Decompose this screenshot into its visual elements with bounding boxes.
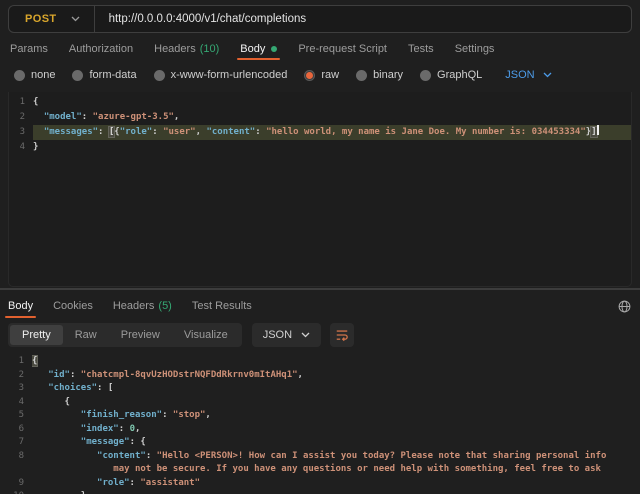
radio-selected-icon: [304, 70, 315, 81]
response-tab-cookies[interactable]: Cookies: [53, 294, 93, 318]
request-tabs: Params Authorization Headers(10) Body Pr…: [0, 38, 640, 60]
wrap-text-icon: [335, 328, 349, 342]
code-line[interactable]: 6 "index": 0,: [8, 423, 640, 437]
view-visualize[interactable]: Visualize: [172, 325, 240, 345]
code-line[interactable]: may not be secure. If you have any quest…: [8, 463, 640, 477]
radio-none[interactable]: none: [14, 69, 55, 81]
response-headers-count: (5): [158, 300, 171, 312]
tab-tests[interactable]: Tests: [408, 38, 434, 60]
line-number: 4: [9, 140, 33, 155]
code-line[interactable]: 9 "role": "assistant": [8, 477, 640, 491]
body-type-bar: none form-data x-www-form-urlencoded raw…: [0, 63, 640, 87]
code-line[interactable]: 10 }: [8, 490, 640, 494]
radio-raw[interactable]: raw: [304, 69, 339, 81]
response-toolbar: Pretty Raw Preview Visualize JSON: [8, 322, 354, 348]
radio-form-data[interactable]: form-data: [72, 69, 136, 81]
code-line[interactable]: 8 "content": "Hello <PERSON>! How can I …: [8, 450, 640, 464]
view-raw[interactable]: Raw: [63, 325, 109, 345]
response-tab-test-results[interactable]: Test Results: [192, 294, 252, 318]
code-line[interactable]: 7 "message": {: [8, 436, 640, 450]
response-tab-headers[interactable]: Headers(5): [113, 294, 172, 318]
tab-params[interactable]: Params: [10, 38, 48, 60]
line-number: 5: [8, 409, 32, 423]
line-number: 4: [8, 396, 32, 410]
line-number: 10: [8, 490, 32, 494]
response-body-viewer[interactable]: 1{2 "id": "chatcmpl-8qvUzHODstrNQFDdRkrn…: [8, 351, 640, 494]
globe-icon[interactable]: [618, 294, 631, 318]
radio-icon: [72, 70, 83, 81]
chevron-down-icon: [543, 72, 552, 78]
line-number: [8, 463, 32, 477]
line-number: 6: [8, 423, 32, 437]
code-line[interactable]: 5 "finish_reason": "stop",: [8, 409, 640, 423]
tab-body[interactable]: Body: [240, 38, 277, 60]
line-number: 7: [8, 436, 32, 450]
radio-icon: [356, 70, 367, 81]
line-number: 1: [9, 95, 33, 110]
code-line[interactable]: 4}: [9, 140, 631, 155]
radio-x-www-form-urlencoded[interactable]: x-www-form-urlencoded: [154, 69, 288, 81]
tab-pre-request-script[interactable]: Pre-request Script: [298, 38, 387, 60]
request-language-selector[interactable]: JSON: [505, 69, 551, 81]
response-tab-body[interactable]: Body: [8, 294, 33, 318]
text-cursor: [597, 125, 599, 135]
line-number: 3: [9, 125, 33, 140]
line-number: 2: [9, 110, 33, 125]
request-url-bar: POST http://0.0.0.0:4000/v1/chat/complet…: [8, 5, 632, 33]
tab-headers[interactable]: Headers(10): [154, 38, 219, 60]
code-line[interactable]: 1{: [9, 95, 631, 110]
line-number: 8: [8, 450, 32, 464]
code-line[interactable]: 3 "messages": [{"role": "user", "content…: [9, 125, 631, 140]
radio-binary[interactable]: binary: [356, 69, 403, 81]
response-language-selector[interactable]: JSON: [252, 323, 321, 347]
request-body-editor[interactable]: 1{2 "model": "azure-gpt-3.5",3 "messages…: [8, 92, 632, 287]
method-selector[interactable]: POST: [9, 13, 71, 25]
view-pretty[interactable]: Pretty: [10, 325, 63, 345]
divider: [94, 6, 95, 32]
app-window: POST http://0.0.0.0:4000/v1/chat/complet…: [0, 0, 640, 494]
pane-splitter[interactable]: [0, 288, 640, 290]
code-line[interactable]: 3 "choices": [: [8, 382, 640, 396]
radio-graphql[interactable]: GraphQL: [420, 69, 482, 81]
code-line[interactable]: 4 {: [8, 396, 640, 410]
radio-icon: [154, 70, 165, 81]
code-line[interactable]: 1{: [8, 355, 640, 369]
tab-settings[interactable]: Settings: [455, 38, 495, 60]
chevron-down-icon: [301, 332, 310, 338]
radio-icon: [14, 70, 25, 81]
tab-authorization[interactable]: Authorization: [69, 38, 133, 60]
chevron-down-icon: [71, 16, 80, 22]
wrap-text-button[interactable]: [330, 323, 354, 347]
line-number: 1: [8, 355, 32, 369]
url-input[interactable]: http://0.0.0.0:4000/v1/chat/completions: [109, 13, 307, 25]
view-switcher: Pretty Raw Preview Visualize: [8, 323, 242, 347]
body-active-dot: [271, 46, 277, 52]
view-preview[interactable]: Preview: [109, 325, 172, 345]
line-number: 3: [8, 382, 32, 396]
code-line[interactable]: 2 "id": "chatcmpl-8qvUzHODstrNQFDdRkrnv0…: [8, 369, 640, 383]
response-tabs: Body Cookies Headers(5) Test Results: [0, 294, 640, 318]
line-number: 2: [8, 369, 32, 383]
radio-icon: [420, 70, 431, 81]
line-number: 9: [8, 477, 32, 491]
code-line[interactable]: 2 "model": "azure-gpt-3.5",: [9, 110, 631, 125]
headers-count: (10): [200, 43, 220, 55]
